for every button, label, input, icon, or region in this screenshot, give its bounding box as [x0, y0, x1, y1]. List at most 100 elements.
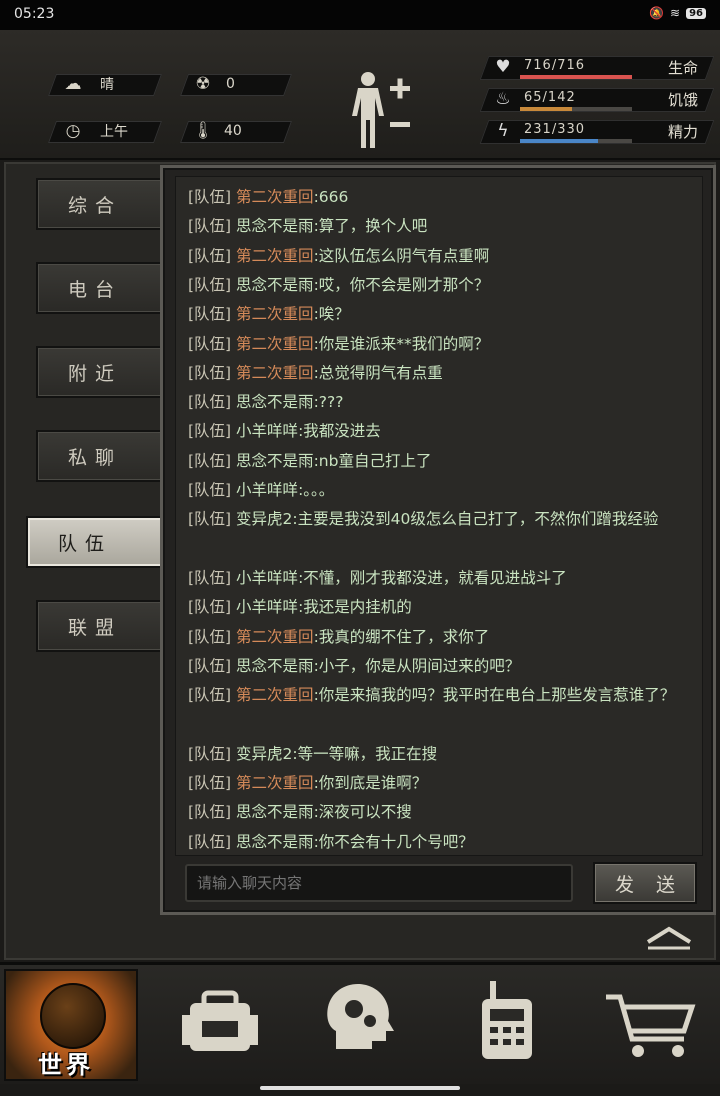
chat-message-text: :nb童自己打上了: [313, 451, 432, 470]
chat-sender-name[interactable]: 思念不是雨: [236, 393, 314, 411]
chat-channel-tag: [队伍]: [188, 451, 232, 470]
chat-message: [队伍] 小羊咩咩:我还是内挂机的: [188, 593, 698, 622]
chat-sender-name[interactable]: 第二次重回: [236, 305, 314, 323]
chat-message: [队伍] 第二次重回:你是来搞我的吗？我平时在电台上那些发言惹谁了？: [188, 681, 698, 710]
chat-channel-tag: [队伍]: [188, 217, 232, 236]
cloud-sun-icon: ☁: [64, 74, 82, 94]
chat-message-text: :你不会有十几个号吧？: [313, 832, 474, 851]
chat-channel-tag: [队伍]: [188, 656, 232, 675]
chat-message: [队伍] 第二次重回:你到底是谁啊？: [188, 769, 698, 798]
chat-message: [队伍] 变异虎2:主要是我没到40级怎么自己打了，不然你们蹭我经验: [188, 505, 698, 534]
chat-channel-tag: [队伍]: [188, 305, 232, 324]
tab-radio[interactable]: 电台: [36, 262, 164, 314]
chat-input[interactable]: [185, 864, 573, 902]
chat-message-text: :等一等嘛，我正在搜: [292, 744, 438, 763]
tab-nearby[interactable]: 附近: [36, 346, 164, 398]
chat-message-text: :你到底是谁啊？: [313, 774, 428, 792]
chat-message-text: :。。。: [298, 481, 335, 499]
thermometer-icon: 🌡: [192, 121, 214, 141]
chat-sender-name[interactable]: 小羊咩咩: [236, 481, 298, 499]
chat-sender-name[interactable]: 思念不是雨: [236, 657, 314, 675]
radiation-chip: ☢ 0: [188, 73, 235, 95]
nav-world-label: 世界: [38, 1051, 94, 1079]
globe-icon: [40, 983, 106, 1049]
chat-sender-name[interactable]: 第二次重回: [236, 628, 314, 646]
tab-team[interactable]: 队伍: [26, 516, 176, 568]
chat-message: [队伍] 思念不是雨:哎，你不会是刚才那个？: [188, 271, 698, 300]
stomach-icon: ♨: [495, 89, 511, 109]
radiation-icon: ☢: [195, 74, 211, 94]
chat-message: [队伍] 第二次重回:你是谁派来**我们的啊？: [188, 330, 698, 359]
energy-label: 精力: [667, 123, 698, 141]
chat-sender-name[interactable]: 第二次重回: [236, 774, 314, 792]
chat-message-text: :666: [313, 188, 349, 206]
status-icons: 🔕 ≋ 96: [649, 6, 706, 20]
hunger-stat: ♨ 65/142 饥饿: [479, 88, 715, 112]
backpack-icon[interactable]: [152, 969, 286, 1081]
chat-message-list[interactable]: [队伍] 第二次重回:666 [队伍] 思念不是雨:算了，换个人吧 [队伍] 第二次…: [175, 176, 703, 856]
energy-icon: ϟ: [497, 121, 509, 141]
tab-private[interactable]: 私聊: [36, 430, 164, 482]
hunger-value: 65/142: [524, 90, 576, 105]
chat-message-text: :主要是我没到40级怎么自己打了，不然你们蹭我经验: [292, 510, 659, 529]
chat-sender-name[interactable]: 思念不是雨: [236, 217, 314, 235]
chat-message: [队伍] 变异虎2:等一等嘛，我正在搜: [188, 740, 698, 769]
chat-message-text: :哎，你不会是刚才那个？: [313, 275, 490, 294]
chat-sender-name[interactable]: 小羊咩咩: [236, 569, 298, 587]
chat-sender-name[interactable]: 小羊咩咩: [236, 598, 298, 616]
chat-sender-name[interactable]: 第二次重回: [236, 335, 314, 353]
tab-alliance[interactable]: 联盟: [36, 600, 164, 652]
health-stat: ♥ 716/716 生命: [479, 56, 715, 80]
chat-sender-name[interactable]: 第二次重回: [236, 364, 314, 382]
chat-sender-name[interactable]: 小羊咩咩: [236, 422, 298, 440]
chat-message: [队伍] 思念不是雨:???: [188, 388, 698, 417]
head-gears-icon[interactable]: [296, 969, 430, 1081]
chat-sender-name[interactable]: 变异虎2: [236, 510, 292, 528]
chat-message: [队伍] 第二次重回:这队伍怎么阴气有点重啊: [188, 242, 698, 271]
chat-sender-name[interactable]: 第二次重回: [236, 247, 314, 265]
chat-sender-name[interactable]: 变异虎2: [236, 745, 292, 763]
body-status-icon[interactable]: [348, 70, 418, 150]
chat-sender-name[interactable]: 第二次重回: [236, 686, 314, 704]
chat-message: [队伍] 思念不是雨:小子，你是从阴间过来的吧？: [188, 652, 698, 681]
header: ☁ 晴 ☢ 0 ◷ 上午 🌡 40 ♥ 716/716 生命 ♨ 65/142 …: [0, 30, 720, 160]
chat-message-text: :不懂，刚才我都没进，就看见进战斗了: [298, 568, 567, 587]
chat-message-text: :唉？: [313, 305, 350, 324]
chat-message: [队伍] 第二次重回:666: [188, 183, 698, 212]
chat-sender-name[interactable]: 第二次重回: [236, 188, 314, 206]
chat-message-text: :???: [313, 393, 344, 412]
health-label: 生命: [667, 59, 698, 77]
chat-sender-name[interactable]: 思念不是雨: [236, 833, 314, 851]
temperature-value: 40: [224, 123, 242, 139]
chat-message: [队伍] 小羊咩咩:我都没进去: [188, 417, 698, 446]
status-time: 05:23: [14, 6, 55, 22]
chat-channel-tag: [队伍]: [188, 627, 232, 646]
chat-channel-tag: [队伍]: [188, 275, 232, 294]
tab-general[interactable]: 综合: [36, 178, 164, 230]
chat-sender-name[interactable]: 思念不是雨: [236, 276, 314, 294]
chat-message-text: :总觉得阴气有点重: [313, 363, 443, 382]
collapse-chevron-icon[interactable]: [644, 924, 694, 950]
clock-icon: ◷: [65, 121, 81, 141]
time-of-day-chip: ◷ 上午: [58, 120, 128, 142]
walkie-talkie-icon[interactable]: [440, 969, 574, 1081]
hunger-bar: [520, 107, 572, 111]
home-indicator[interactable]: [260, 1086, 460, 1090]
nav-world[interactable]: 世界: [4, 969, 138, 1081]
shopping-cart-icon[interactable]: [584, 969, 718, 1081]
health-value: 716/716: [524, 58, 586, 73]
energy-stat: ϟ 231/330 精力: [479, 120, 715, 144]
chat-message: [队伍] 第二次重回:总觉得阴气有点重: [188, 359, 698, 388]
temperature-chip: 🌡 40: [188, 120, 242, 142]
chat-channel-tag: [队伍]: [188, 686, 232, 705]
battery-icon: 96: [686, 7, 706, 19]
chat-channel-tag: [队伍]: [188, 568, 232, 587]
chat-channel-tag: [队伍]: [188, 422, 232, 441]
health-bar: [520, 75, 632, 79]
chat-message-text: :我都没进去: [298, 422, 381, 441]
chat-message-text: :这队伍怎么阴气有点重啊: [313, 246, 490, 265]
chat-channel-tag: [队伍]: [188, 481, 232, 499]
chat-sender-name[interactable]: 思念不是雨: [236, 803, 314, 821]
chat-sender-name[interactable]: 思念不是雨: [236, 452, 314, 470]
send-button[interactable]: 发 送: [593, 862, 697, 904]
